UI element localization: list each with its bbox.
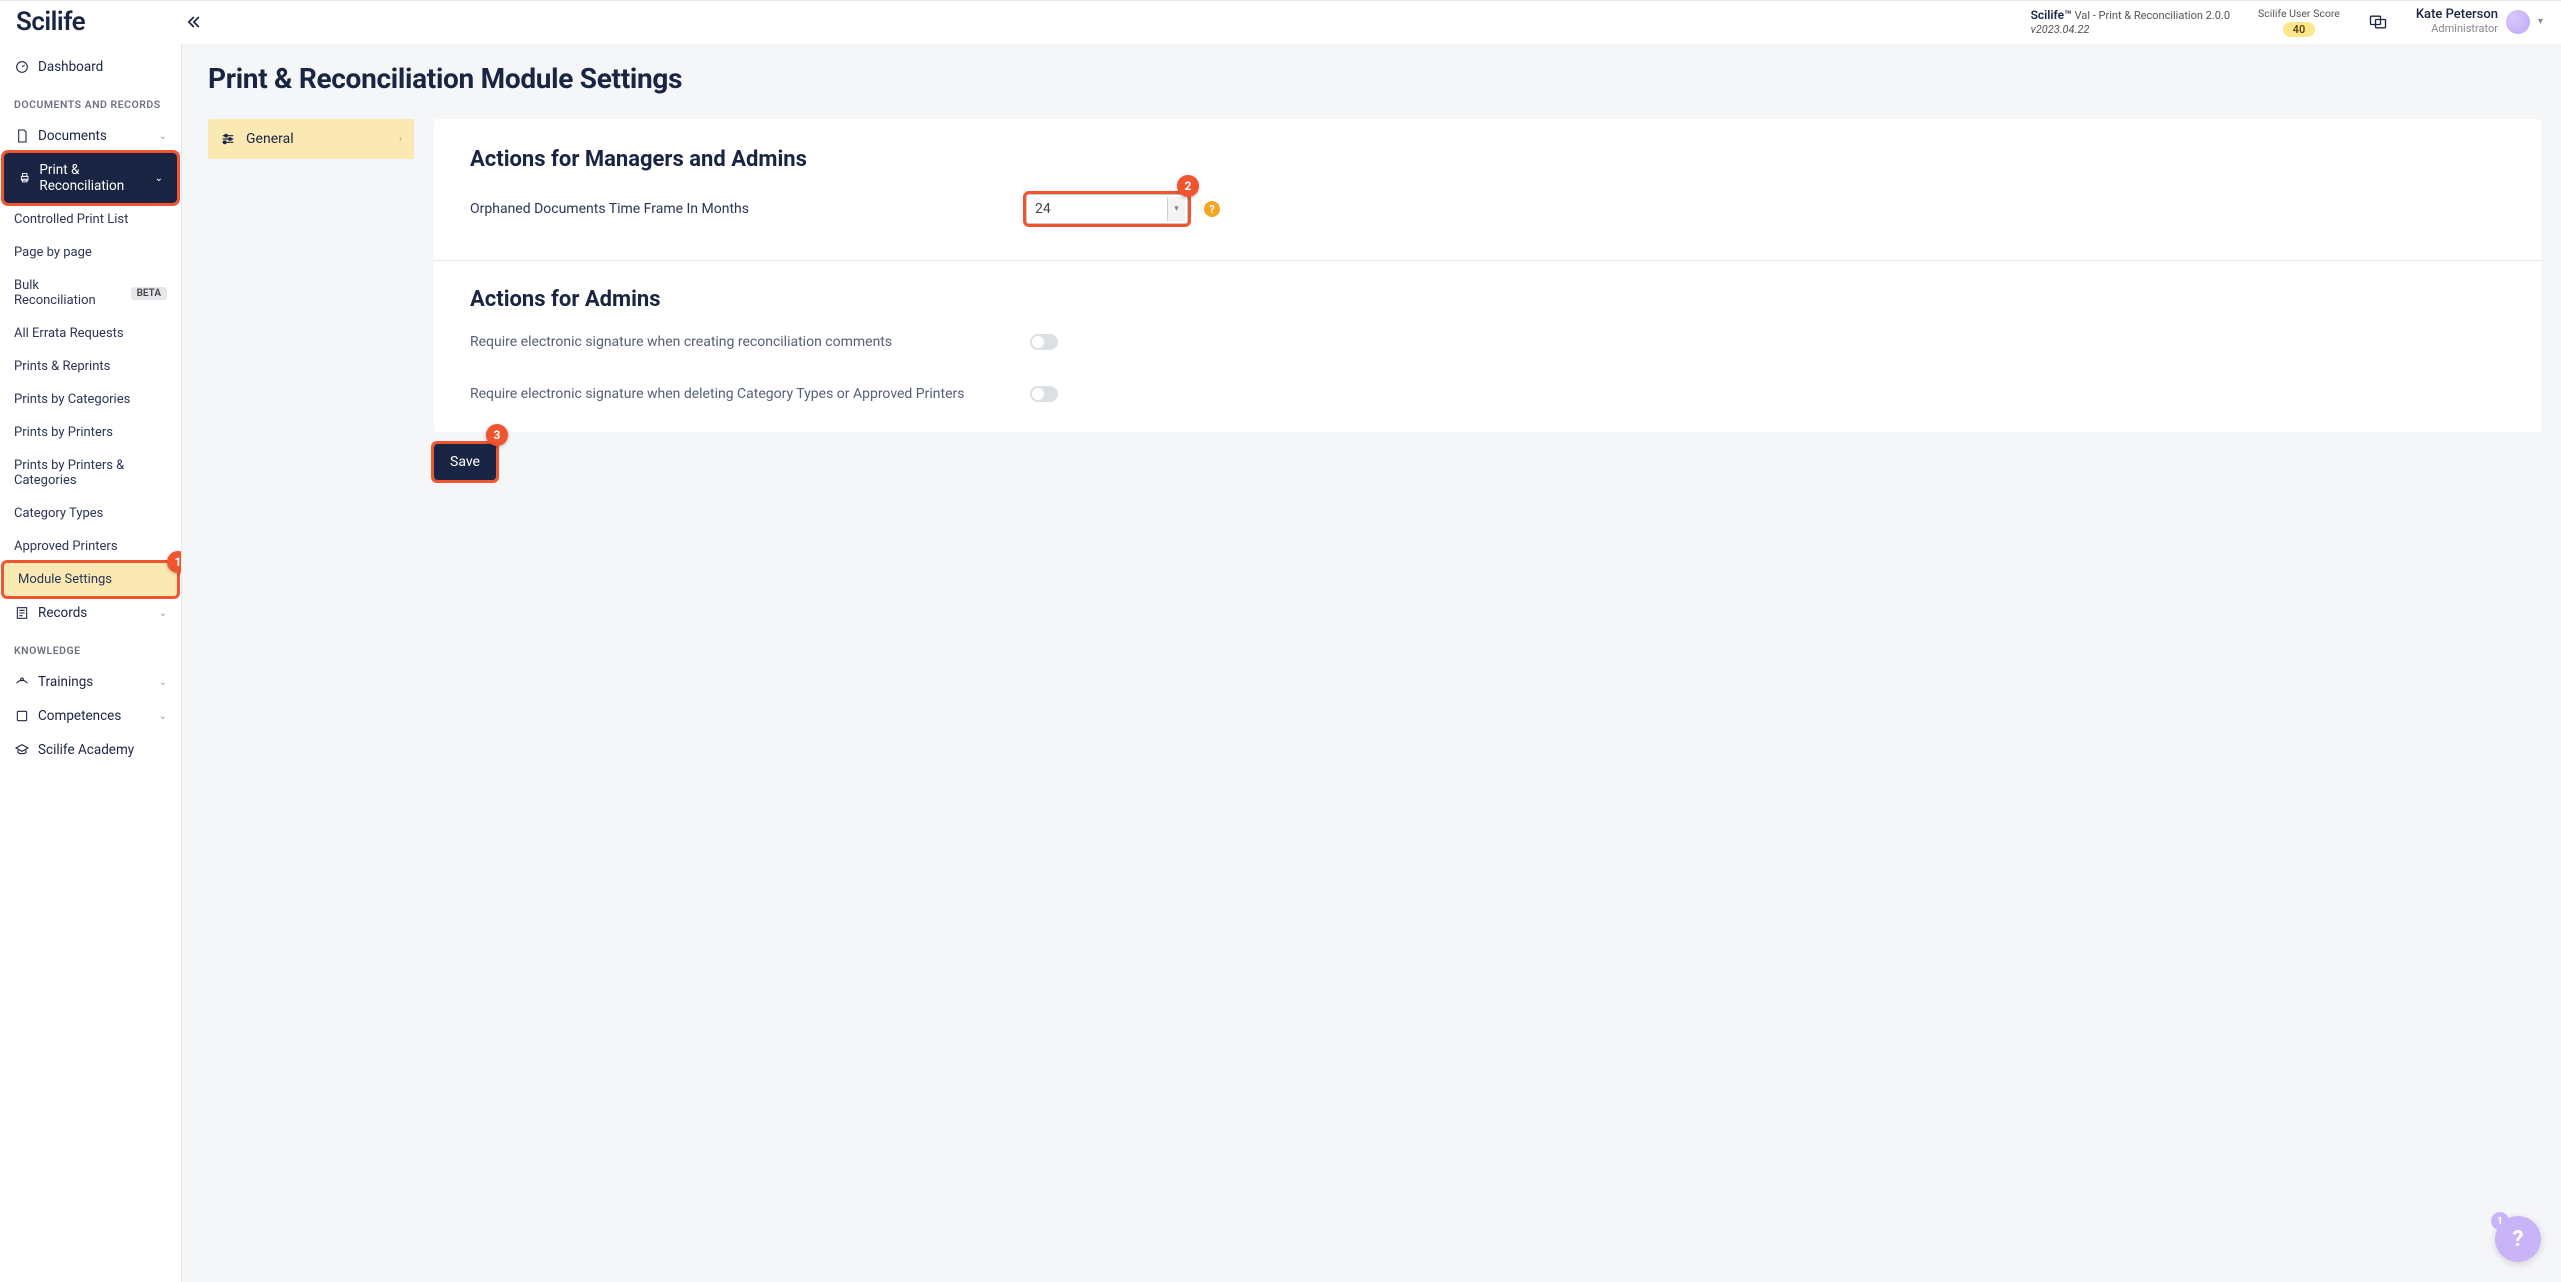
section-managers-heading: Actions for Managers and Admins [470,147,2505,172]
toggle-esig-delete[interactable] [1030,386,1058,402]
sidebar-item-academy[interactable]: Scilife Academy [0,733,181,767]
divider [434,260,2541,261]
help-fab-badge: 1 [2491,1212,2509,1230]
chevron-down-icon: ▾ [2538,16,2543,27]
orphaned-timeframe-select[interactable]: 24 ▾ 2 [1026,194,1188,224]
orphaned-label: Orphaned Documents Time Frame In Months [470,201,1010,217]
help-icon[interactable]: ? [1204,201,1220,217]
help-fab[interactable]: ? 1 [2495,1216,2541,1262]
toggle1-label: Require electronic signature when creati… [470,334,1010,350]
tab-general[interactable]: General › [208,119,414,159]
sidebar-section-knowledge: KNOWLEDGE [0,630,181,665]
main-content: Print & Reconciliation Module Settings G… [182,44,2561,1282]
chevron-right-icon: › [399,134,402,145]
sidebar-item-category-types[interactable]: Category Types [0,497,181,530]
annotation-1: 1 [167,551,182,573]
sidebar-item-trainings[interactable]: Trainings ⌄ [0,665,181,699]
page-title: Print & Reconciliation Module Settings [208,62,2541,95]
avatar [2506,10,2530,34]
sidebar-item-competences[interactable]: Competences ⌄ [0,699,181,733]
chevron-down-icon: ⌄ [159,608,167,619]
beta-badge: BETA [131,287,167,300]
dashboard-icon [14,59,30,75]
sidebar-item-bulk-reconciliation[interactable]: Bulk Reconciliation BETA [0,269,181,317]
toggle-esig-comments[interactable] [1030,334,1058,350]
sidebar-item-prints-reprints[interactable]: Prints & Reprints [0,350,181,383]
printer-icon [18,170,31,186]
user-score: Scilife User Score 40 [2258,7,2340,37]
sidebar-item-approved-printers[interactable]: Approved Printers [0,530,181,563]
notifications-icon[interactable] [2368,12,2388,32]
chevron-down-icon: ⌄ [155,173,163,184]
app-header: Scilife Scilife™ Val - Print & Reconcili… [0,0,2561,44]
sidebar-item-errata[interactable]: All Errata Requests [0,317,181,350]
sidebar-item-prints-by-printers[interactable]: Prints by Printers [0,416,181,449]
sidebar: Dashboard DOCUMENTS AND RECORDS Document… [0,44,182,1282]
brand-logo: Scilife [16,7,85,37]
sidebar-item-module-settings[interactable]: Module Settings 1 [4,563,177,596]
sidebar-item-records[interactable]: Records ⌄ [0,596,181,630]
records-icon [14,605,30,621]
competences-icon [14,708,30,724]
sidebar-item-prints-by-printers-categories[interactable]: Prints by Printers & Categories [0,449,181,497]
sidebar-section-docs: DOCUMENTS AND RECORDS [0,84,181,119]
sidebar-item-documents[interactable]: Documents ⌄ [0,119,181,153]
annotation-3: 3 [486,424,508,446]
trainings-icon [14,674,30,690]
annotation-2: 2 [1177,175,1199,197]
collapse-sidebar-icon[interactable] [183,12,203,32]
sliders-icon [220,131,236,147]
chevron-down-icon: ▾ [1167,197,1185,221]
chevron-down-icon: ⌄ [159,711,167,722]
sidebar-item-dashboard[interactable]: Dashboard [0,50,181,84]
save-button[interactable]: Save 3 [434,444,496,480]
sidebar-item-print-reconciliation[interactable]: Print & Reconciliation ⌄ [4,153,177,203]
sidebar-item-page-by-page[interactable]: Page by page [0,236,181,269]
academy-icon [14,742,30,758]
sidebar-item-controlled-print-list[interactable]: Controlled Print List [0,203,181,236]
chevron-down-icon: ⌄ [159,677,167,688]
document-icon [14,128,30,144]
chevron-down-icon: ⌄ [159,131,167,142]
section-admins-heading: Actions for Admins [470,287,2505,312]
sidebar-item-prints-by-categories[interactable]: Prints by Categories [0,383,181,416]
product-info: Scilife™ Val - Print & Reconciliation 2.… [2031,8,2230,37]
user-menu[interactable]: Kate Peterson Administrator ▾ [2416,8,2543,36]
toggle2-label: Require electronic signature when deleti… [470,386,1010,402]
